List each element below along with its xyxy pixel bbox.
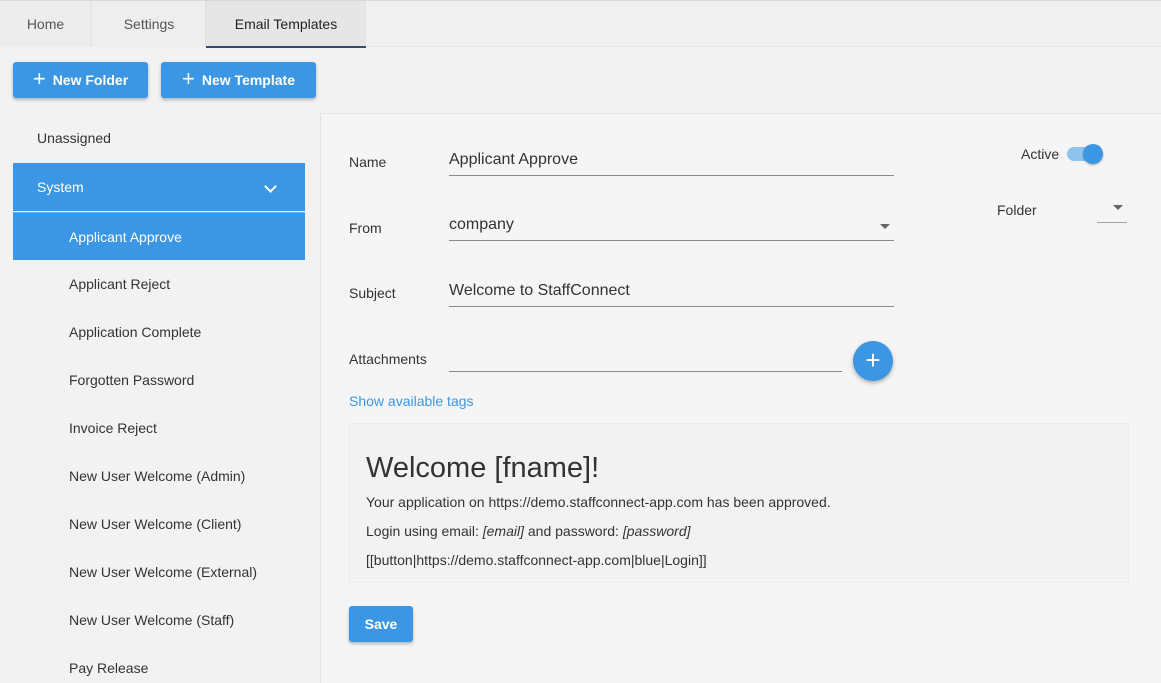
chevron-down-icon — [264, 180, 277, 193]
folder-select-underline — [1097, 222, 1127, 223]
sidebar-item-template[interactable]: New User Welcome (Admin) — [13, 452, 305, 500]
attachments-input-underline — [449, 371, 842, 372]
caret-down-icon[interactable] — [880, 224, 890, 229]
name-input-underline — [449, 175, 894, 176]
subject-label: Subject — [349, 285, 396, 301]
caret-down-icon[interactable] — [1113, 205, 1123, 210]
folder-label: Folder — [997, 202, 1037, 218]
new-folder-label: New Folder — [52, 72, 129, 88]
folder-sidebar: Unassigned System Applicant Approve Appl… — [13, 114, 305, 683]
from-select-underline — [449, 240, 894, 241]
attachments-label: Attachments — [349, 351, 427, 367]
sidebar-item-template[interactable]: Applicant Reject — [13, 260, 305, 308]
name-input[interactable]: Applicant Approve — [449, 151, 578, 169]
save-button[interactable]: Save — [349, 606, 413, 642]
email-line: Your application on https://demo.staffco… — [366, 494, 831, 510]
add-attachment-button[interactable]: + — [853, 341, 893, 381]
tab-bar: Home Settings Email Templates — [0, 0, 1161, 48]
sidebar-item-unassigned[interactable]: Unassigned — [13, 114, 305, 162]
sidebar-item-system[interactable]: System — [13, 163, 305, 211]
sidebar-item-template[interactable]: New User Welcome (Client) — [13, 500, 305, 548]
email-line: Login using email: [email] and password:… — [366, 523, 691, 539]
name-label: Name — [349, 154, 387, 170]
subject-input-underline — [449, 306, 894, 307]
new-folder-button[interactable]: + New Folder — [13, 62, 148, 98]
sidebar-item-template[interactable]: Applicant Approve — [13, 212, 305, 260]
sidebar-item-template[interactable]: Forgotten Password — [13, 356, 305, 404]
sidebar-item-template[interactable]: Application Complete — [13, 308, 305, 356]
from-label: From — [349, 220, 382, 236]
tab-home[interactable]: Home — [0, 1, 92, 47]
attachments-input[interactable] — [449, 348, 842, 370]
email-line: [[button|https://demo.staffconnect-app.c… — [366, 552, 707, 568]
password-tag: [password] — [622, 523, 691, 539]
sidebar-item-template[interactable]: New User Welcome (Staff) — [13, 596, 305, 644]
email-body-editor[interactable]: Welcome [fname]! Your application on htt… — [349, 423, 1129, 583]
active-label: Active — [1021, 146, 1060, 162]
new-template-button[interactable]: + New Template — [161, 62, 316, 98]
tab-email-templates[interactable]: Email Templates — [206, 1, 366, 48]
plus-icon: + — [182, 66, 195, 91]
sidebar-item-label: System — [37, 179, 84, 195]
sidebar-item-template[interactable]: New User Welcome (External) — [13, 548, 305, 596]
from-select[interactable]: company — [449, 216, 514, 234]
folder-select[interactable] — [1097, 200, 1127, 220]
email-text: and password: — [523, 523, 623, 539]
show-available-tags-link[interactable]: Show available tags — [349, 393, 474, 409]
email-text: Login using email: — [366, 523, 483, 539]
sidebar-item-template[interactable]: Pay Release — [13, 644, 305, 683]
plus-icon: + — [865, 345, 881, 375]
plus-icon: + — [32, 66, 46, 91]
new-template-label: New Template — [201, 72, 295, 88]
email-tag: [email] — [482, 523, 524, 539]
subject-input[interactable]: Welcome to StaffConnect — [449, 282, 630, 300]
tab-settings[interactable]: Settings — [93, 1, 206, 47]
active-toggle-knob[interactable] — [1083, 144, 1103, 164]
email-heading: Welcome [fname]! — [366, 452, 600, 484]
sidebar-item-template[interactable]: Invoice Reject — [13, 404, 305, 452]
